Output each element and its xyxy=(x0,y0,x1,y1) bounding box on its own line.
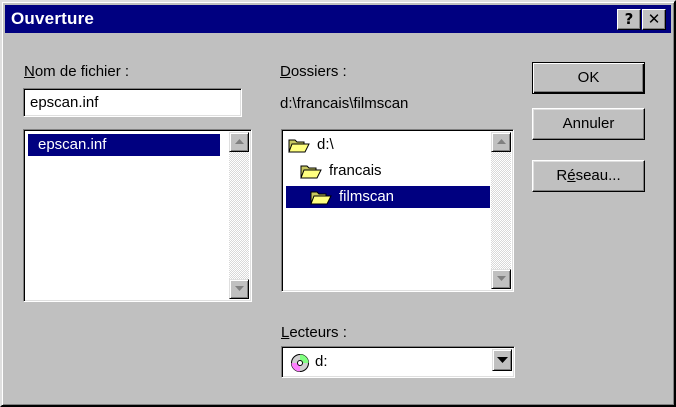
current-path: d:\francais\filmscan xyxy=(280,95,409,112)
arrow-up-icon xyxy=(235,139,244,144)
ok-button[interactable]: OK xyxy=(532,62,645,94)
network-button-label: Réseau... xyxy=(556,167,620,184)
folder-tree[interactable]: d:\ francais filmscan xyxy=(281,129,514,292)
close-button[interactable]: ✕ xyxy=(642,9,666,30)
chevron-down-icon xyxy=(497,357,508,363)
filename-label-rest: om de fichier : xyxy=(34,63,130,80)
cd-drive-icon xyxy=(291,354,309,372)
network-label-pre: R xyxy=(556,167,568,184)
dialog-title: Ouverture xyxy=(11,9,95,28)
open-folder-icon xyxy=(310,191,332,205)
folder-tree-scrollbar[interactable] xyxy=(491,132,511,289)
help-button[interactable]: ? xyxy=(617,9,641,30)
folders-label-accel: D xyxy=(280,63,291,80)
drive-selected-value: d: xyxy=(315,353,328,370)
network-label-post: seau... xyxy=(575,167,621,184)
close-icon: ✕ xyxy=(647,10,661,28)
file-list[interactable]: epscan.inf xyxy=(23,129,252,302)
list-item[interactable]: epscan.inf xyxy=(28,134,220,156)
tree-item-label: francais xyxy=(329,162,382,179)
tree-item-filmscan[interactable]: filmscan xyxy=(286,186,490,208)
scroll-up-button[interactable] xyxy=(491,132,511,152)
scroll-down-button[interactable] xyxy=(491,269,511,289)
scroll-up-button[interactable] xyxy=(229,132,249,152)
network-label-accel: é xyxy=(567,167,576,184)
tree-item-label: d:\ xyxy=(317,136,334,153)
drive-dropdown-button[interactable] xyxy=(492,349,512,371)
cancel-button[interactable]: Annuler xyxy=(532,108,645,140)
title-bar[interactable]: Ouverture ? ✕ xyxy=(5,5,671,33)
scroll-down-button[interactable] xyxy=(229,279,249,299)
drives-label: Lecteurs : xyxy=(281,324,347,341)
arrow-up-icon xyxy=(497,139,506,144)
open-folder-icon xyxy=(288,139,310,153)
open-folder-icon xyxy=(300,165,322,179)
tree-item-label: filmscan xyxy=(339,188,395,205)
ok-button-label: OK xyxy=(577,69,600,86)
drive-select[interactable]: d: xyxy=(281,346,515,378)
filename-label-accel: N xyxy=(24,63,35,80)
tree-item-francais[interactable]: francais xyxy=(300,160,385,182)
arrow-down-icon xyxy=(497,276,506,281)
file-list-scrollbar[interactable] xyxy=(229,132,249,299)
tree-item-drive[interactable]: d:\ xyxy=(288,134,337,156)
drives-label-rest: ecteurs : xyxy=(289,324,347,341)
filename-input[interactable]: epscan.inf xyxy=(23,88,242,117)
folders-label: Dossiers : xyxy=(280,63,347,80)
open-dialog: Ouverture ? ✕ Nom de fichier : epscan.in… xyxy=(0,0,676,407)
help-icon: ? xyxy=(624,10,634,28)
file-name: epscan.inf xyxy=(38,136,107,153)
filename-input-value: epscan.inf xyxy=(30,94,99,111)
cancel-button-label: Annuler xyxy=(562,115,615,132)
filename-label: Nom de fichier : xyxy=(24,63,129,80)
folders-label-rest: ossiers : xyxy=(290,63,347,80)
arrow-down-icon xyxy=(235,286,244,291)
network-button[interactable]: Réseau... xyxy=(532,160,645,192)
